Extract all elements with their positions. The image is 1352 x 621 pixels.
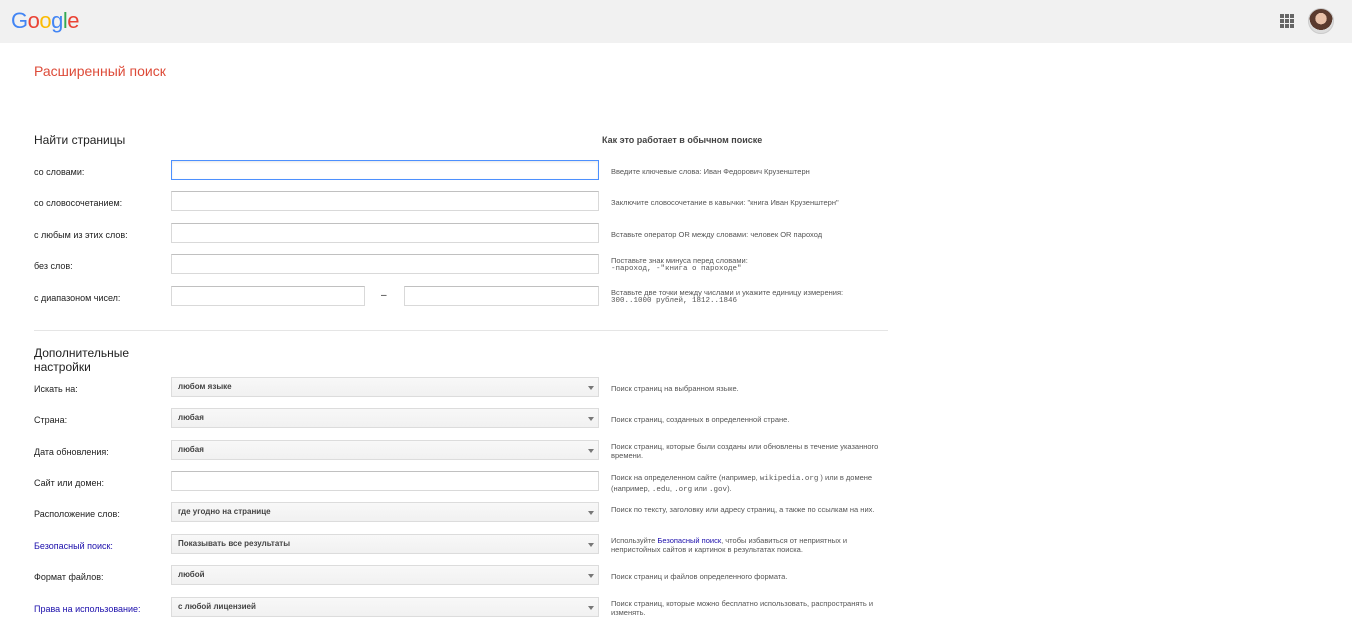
updated-help: Поиск страниц, которые были созданы или … [611,442,879,460]
safesearch-help-text: Используйте [611,536,658,545]
site-help-end: ). [727,484,732,493]
site-help-domain-edu: .edu [651,486,670,494]
site-help-domain-org: .org [674,486,693,494]
dropdown-arrow-icon [588,606,594,610]
phrase-input[interactable] [171,191,599,211]
extra-settings-title: Дополнительные настройки [34,346,129,374]
none-words-help: Поставьте знак минуса перед словами: -па… [611,256,881,274]
logo-letter: g [51,8,63,33]
range-help: Вставьте две точки между числами и укажи… [611,288,881,306]
country-help: Поиск страниц, созданных в определенной … [611,415,790,424]
dropdown-arrow-icon [588,417,594,421]
rights-select-value: с любой лицензией [178,602,256,611]
top-bar: Google [0,0,1352,43]
page-title: Расширенный поиск [34,63,166,79]
none-words-label: без слов: [34,261,73,271]
site-help-domain-gov: .gov [709,486,728,494]
dropdown-arrow-icon [588,543,594,547]
filetype-select[interactable]: любой [171,565,599,585]
logo-letter: e [67,8,80,33]
safesearch-help: Используйте Безопасный поиск, чтобы изба… [611,536,881,554]
dropdown-arrow-icon [588,449,594,453]
logo-letter: o [27,8,40,33]
language-help: Поиск страниц на выбранном языке. [611,384,739,393]
dropdown-arrow-icon [588,511,594,515]
range-from-input[interactable] [171,286,365,306]
safesearch-label[interactable]: Безопасный поиск: [34,541,113,551]
rights-label[interactable]: Права на использование: [34,604,141,614]
country-select[interactable]: любая [171,408,599,428]
how-it-works-title: Как это работает в обычном поиске [602,135,763,145]
occurrence-help: Поиск по тексту, заголовку или адресу ст… [611,505,875,514]
filetype-label: Формат файлов: [34,572,104,582]
rights-select[interactable]: с любой лицензией [171,597,599,617]
none-words-help-line2: -пароход, -"книга о пароходе" [611,265,742,273]
site-help-text: Поиск на определенном сайте (например, [611,473,760,482]
phrase-label: со словосочетанием: [34,198,123,208]
find-pages-title: Найти страницы [34,133,126,147]
section-divider [34,330,888,331]
site-help-or: или [692,484,710,493]
range-help-line2: 300..1000 рублей, 1812..1846 [611,297,738,305]
avatar[interactable] [1308,8,1334,34]
all-words-label: со словами: [34,167,85,177]
any-words-input[interactable] [171,223,599,243]
occurrence-select[interactable]: где угодно на странице [171,502,599,522]
all-words-help: Введите ключевые слова: Иван Федорович К… [611,167,810,176]
logo-letter: G [11,8,28,33]
dropdown-arrow-icon [588,574,594,578]
google-logo[interactable]: Google [11,8,80,34]
filetype-select-value: любой [178,570,205,579]
updated-label: Дата обновления: [34,447,109,457]
extra-settings-title-line1: Дополнительные [34,346,129,360]
occurrence-select-value: где угодно на странице [178,507,271,516]
range-to-input[interactable] [404,286,599,306]
all-words-input[interactable] [171,160,599,180]
site-help: Поиск на определенном сайте (например, w… [611,473,881,495]
none-words-help-line1: Поставьте знак минуса перед словами: [611,256,748,265]
apps-grid-icon[interactable] [1280,14,1294,28]
none-words-input[interactable] [171,254,599,274]
rights-help: Поиск страниц, которые можно бесплатно и… [611,599,874,617]
range-label: с диапазоном чисел: [34,293,121,303]
updated-select[interactable]: любая [171,440,599,460]
country-select-value: любая [178,413,204,422]
language-select-value: любом языке [178,382,232,391]
range-help-line1: Вставьте две точки между числами и укажи… [611,288,844,297]
any-words-help: Вставьте оператор OR между словами: чело… [611,230,823,239]
range-dash: – [381,290,387,301]
safesearch-select[interactable]: Показывать все результаты [171,534,599,554]
logo-letter: o [39,8,52,33]
dropdown-arrow-icon [588,386,594,390]
site-help-example: wikipedia.org [759,475,819,483]
any-words-label: с любым из этих слов: [34,230,128,240]
language-label: Искать на: [34,384,78,394]
site-input[interactable] [171,471,599,491]
site-label: Сайт или домен: [34,478,104,488]
occurrence-label: Расположение слов: [34,509,120,519]
phrase-help: Заключите словосочетание в кавычки: "кни… [611,198,839,207]
safesearch-select-value: Показывать все результаты [178,539,291,548]
extra-settings-title-line2: настройки [34,360,91,374]
filetype-help: Поиск страниц и файлов определенного фор… [611,572,788,581]
country-label: Страна: [34,415,68,425]
language-select[interactable]: любом языке [171,377,599,397]
safesearch-help-link[interactable]: Безопасный поиск [657,536,721,545]
updated-select-value: любая [178,445,204,454]
